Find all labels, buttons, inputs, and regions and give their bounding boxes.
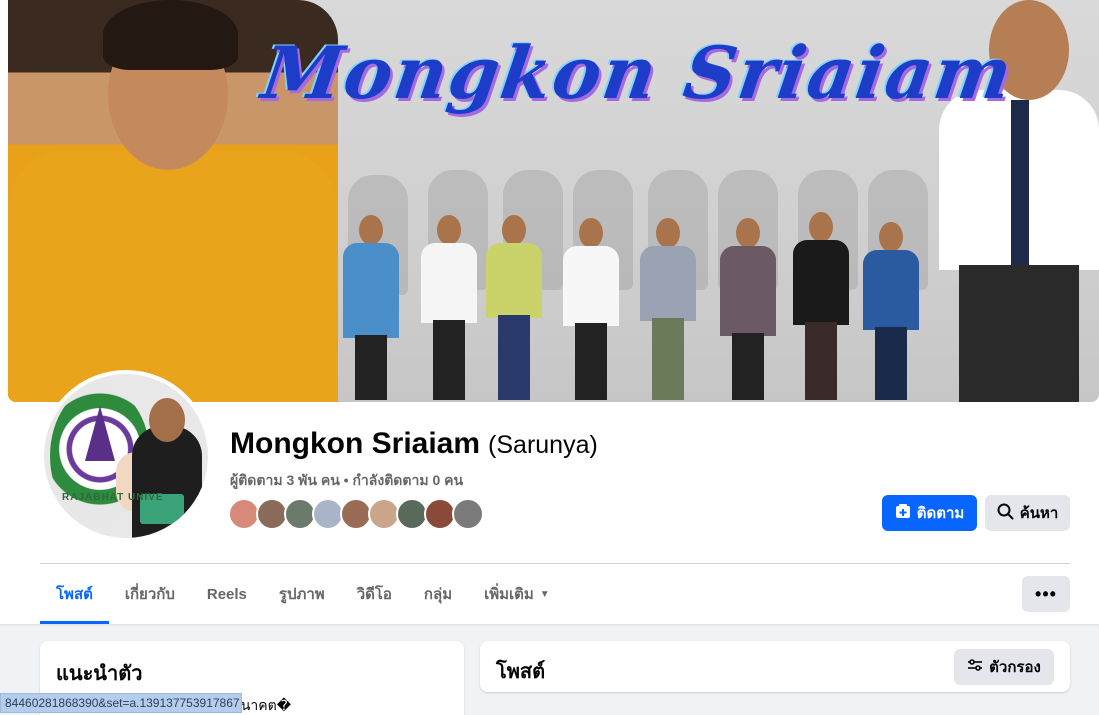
more-options-button[interactable]: ••• xyxy=(1022,576,1070,612)
cover-figure xyxy=(640,218,696,400)
tab-reels[interactable]: Reels xyxy=(191,564,263,624)
cover-figure xyxy=(720,218,776,400)
follow-info[interactable]: ผู้ติดตาม 3 พัน คน • กำลังติดตาม 0 คน xyxy=(230,470,463,492)
tab-about[interactable]: เกี่ยวกับ xyxy=(109,564,191,624)
tab-groups[interactable]: กลุ่ม xyxy=(408,564,468,624)
profile-tabs: โพสต์ เกี่ยวกับ Reels รูปภาพ วิดีโอ กลุ่… xyxy=(40,564,566,624)
cover-figure xyxy=(793,212,849,400)
follow-icon xyxy=(895,503,911,523)
cover-area: Mongkon Sriaiam xyxy=(0,0,1099,402)
caret-down-icon: ▼ xyxy=(539,588,550,600)
profile-picture[interactable]: RAJABHAT UNIVE xyxy=(40,370,212,542)
tab-photos[interactable]: รูปภาพ xyxy=(263,564,341,624)
filter-icon xyxy=(967,658,983,676)
filter-button[interactable]: ตัวกรอง xyxy=(954,649,1054,685)
posts-title: โพสต์ xyxy=(496,661,546,683)
search-button[interactable]: ค้นหา xyxy=(985,495,1070,531)
status-bar-url: 84460281868390&set=a.139137753917867 xyxy=(0,693,242,713)
tab-more[interactable]: เพิ่มเติม ▼ xyxy=(468,564,566,624)
posts-card: โพสต์ ตัวกรอง xyxy=(480,641,1070,692)
cover-photo[interactable]: Mongkon Sriaiam xyxy=(8,0,1099,402)
cover-figure xyxy=(863,222,919,400)
follower-avatar[interactable] xyxy=(452,498,484,530)
tab-posts[interactable]: โพสต์ xyxy=(40,564,109,624)
follow-label: ติดตาม xyxy=(916,505,965,522)
cover-title-text: Mongkon Sriaiam xyxy=(257,30,1019,115)
ellipsis-icon: ••• xyxy=(1035,583,1057,604)
profile-name: Mongkon Sriaiam xyxy=(230,427,481,460)
cover-figure xyxy=(486,215,542,400)
profile-alt-name: (Sarunya) xyxy=(488,431,598,459)
cover-figure xyxy=(421,215,477,400)
profile-name-line: Mongkon Sriaiam (Sarunya) xyxy=(230,427,598,461)
search-label: ค้นหา xyxy=(1019,505,1059,522)
tab-videos[interactable]: วิดีโอ xyxy=(341,564,408,624)
intro-title: แนะนำตัว xyxy=(56,663,143,685)
follow-button[interactable]: ติดตาม xyxy=(882,495,977,531)
seal-text: RAJABHAT UNIVE xyxy=(62,492,164,503)
follower-avatars xyxy=(228,498,484,530)
search-icon xyxy=(997,503,1014,524)
filter-label: ตัวกรอง xyxy=(989,659,1041,676)
cover-figure xyxy=(563,218,619,400)
cover-figure xyxy=(343,215,399,400)
